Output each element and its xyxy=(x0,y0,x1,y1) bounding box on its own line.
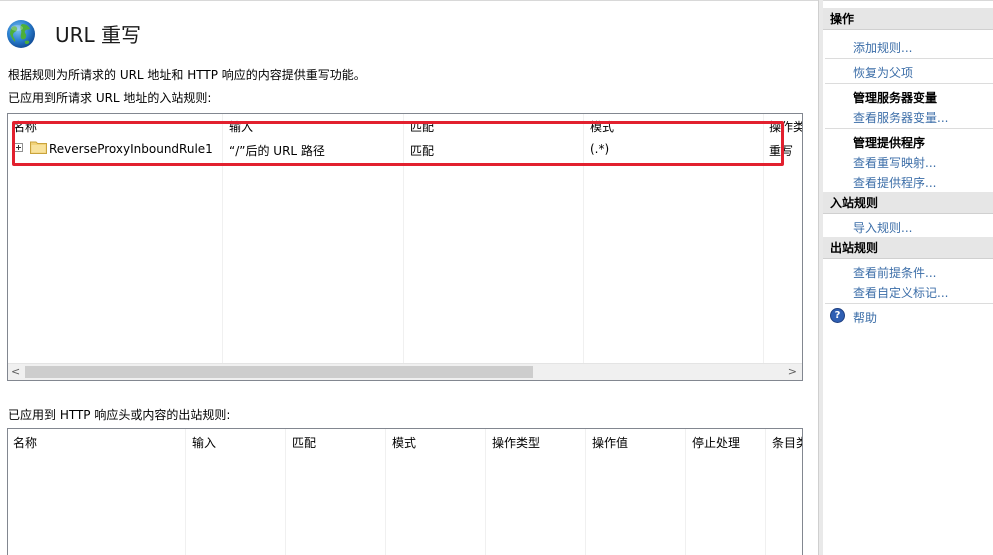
view-providers-link[interactable]: 查看提供程序... xyxy=(853,174,936,191)
inbound-rules-label: 已应用到所请求 URL 地址的入站规则: xyxy=(8,91,212,105)
column-divider xyxy=(385,429,386,555)
column-header-name[interactable]: 名称 xyxy=(13,434,37,451)
separator xyxy=(825,303,993,304)
scroll-left-arrow[interactable]: < xyxy=(11,365,20,378)
page-title: URL 重写 xyxy=(55,23,142,47)
separator xyxy=(825,83,993,84)
view-custom-tags-link[interactable]: 查看自定义标记... xyxy=(853,284,948,301)
help-icon[interactable]: ? xyxy=(830,308,845,323)
add-rule-link[interactable]: 添加规则... xyxy=(853,39,912,56)
scrollbar-thumb[interactable] xyxy=(25,366,533,378)
column-header-action-type[interactable]: 操作类型 xyxy=(492,434,540,451)
view-preconditions-link[interactable]: 查看前提条件... xyxy=(853,264,936,281)
column-header-stop-processing[interactable]: 停止处理 xyxy=(692,434,740,451)
column-divider xyxy=(185,429,186,555)
manage-server-variables-title: 管理服务器变量 xyxy=(853,91,938,105)
outbound-rules-label: 已应用到 HTTP 响应头或内容的出站规则: xyxy=(8,408,231,422)
globe-icon xyxy=(7,20,35,48)
highlight-box xyxy=(12,121,784,166)
manage-providers-title: 管理提供程序 xyxy=(853,136,926,150)
column-divider xyxy=(485,429,486,555)
column-divider xyxy=(685,429,686,555)
outbound-rules-grid[interactable]: 名称 输入 匹配 模式 操作类型 操作值 停止处理 条目类 xyxy=(7,428,803,555)
column-header-pattern[interactable]: 模式 xyxy=(392,434,416,451)
separator xyxy=(825,58,993,59)
column-header-action-value[interactable]: 操作值 xyxy=(592,434,628,451)
view-rewrite-maps-link[interactable]: 查看重写映射... xyxy=(853,154,936,171)
outbound-rules-header: 出站规则 xyxy=(823,237,993,259)
separator xyxy=(825,128,993,129)
horizontal-scrollbar[interactable]: < > xyxy=(8,363,802,380)
help-link[interactable]: 帮助 xyxy=(853,309,877,326)
column-header-match[interactable]: 匹配 xyxy=(292,434,316,451)
column-divider xyxy=(765,429,766,555)
scroll-right-arrow[interactable]: > xyxy=(788,365,797,378)
column-header-entry-type[interactable]: 条目类 xyxy=(772,434,802,451)
actions-pane: 操作 添加规则... 恢复为父项 管理服务器变量 查看服务器变量... 管理提供… xyxy=(823,0,993,555)
view-server-variables-link[interactable]: 查看服务器变量... xyxy=(853,109,948,126)
column-header-input[interactable]: 输入 xyxy=(192,434,216,451)
page-description: 根据规则为所请求的 URL 地址和 HTTP 响应的内容提供重写功能。 xyxy=(8,68,366,82)
column-divider xyxy=(285,429,286,555)
revert-to-parent-link[interactable]: 恢复为父项 xyxy=(853,64,913,81)
actions-header: 操作 xyxy=(823,8,993,30)
import-rules-link[interactable]: 导入规则... xyxy=(853,219,912,236)
inbound-rules-header: 入站规则 xyxy=(823,192,993,214)
url-rewrite-panel: URL 重写 根据规则为所请求的 URL 地址和 HTTP 响应的内容提供重写功… xyxy=(0,0,818,555)
column-divider xyxy=(585,429,586,555)
